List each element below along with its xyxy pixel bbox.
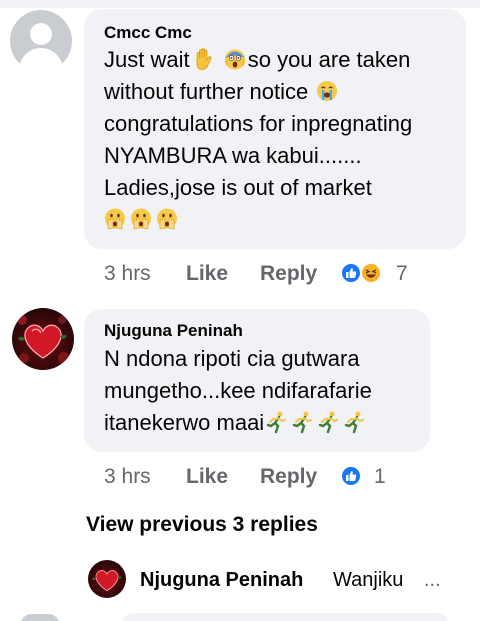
hand-over-mouth-icon <box>105 208 125 230</box>
screaming-face-icon <box>224 49 245 70</box>
reply-preview-text[interactable]: Wanjiku <box>333 569 403 592</box>
comment-text-line: Just wait so you are taken <box>104 47 411 72</box>
comment-author-njuguna[interactable]: Njuguna Peninah <box>104 321 243 341</box>
view-previous-replies-link[interactable]: View previous 3 replies <box>86 513 318 537</box>
comment-text-line: Ladies,jose is out of market <box>104 175 372 200</box>
hand-over-mouth-icon <box>157 208 177 230</box>
heart-icon <box>17 315 70 364</box>
running-person-icon <box>266 411 287 434</box>
default-avatar-body <box>19 48 63 72</box>
comment-text-line: N ndona ripoti cia gutwara <box>104 346 360 371</box>
like-reaction-icon <box>340 465 362 487</box>
running-person-icon <box>292 411 313 434</box>
comment-text-line: itanekerwo maai <box>104 407 368 439</box>
avatar-cmcc[interactable] <box>10 10 72 72</box>
reaction-count: 7 <box>396 262 408 285</box>
avatar-njuguna[interactable] <box>12 308 74 370</box>
comment-author-cmcc[interactable]: Cmcc Cmc <box>104 23 192 43</box>
hand-over-mouth-icon <box>131 208 151 230</box>
comment-timestamp[interactable]: 3 hrs <box>104 262 151 286</box>
comment-text-line: NYAMBURA wa kabui....... <box>104 143 362 168</box>
default-avatar-head <box>30 23 52 45</box>
like-button[interactable]: Like <box>186 262 228 286</box>
next-comment-avatar[interactable] <box>20 614 60 621</box>
top-divider <box>0 0 480 8</box>
reply-preview-avatar[interactable] <box>88 560 126 598</box>
comment-text-line: congratulations for inpregnating <box>104 111 413 136</box>
reply-button[interactable]: Reply <box>260 262 317 286</box>
comment-timestamp[interactable]: 3 hrs <box>104 465 151 489</box>
comment-text-line: mungetho...kee ndifarafarie <box>104 378 372 403</box>
reply-preview-author[interactable]: Njuguna Peninah <box>140 569 303 592</box>
comment-emoji-line <box>102 204 180 236</box>
running-person-icon <box>344 411 365 434</box>
heart-icon <box>91 570 122 592</box>
reaction-summary[interactable]: 7 <box>338 260 418 288</box>
like-button[interactable]: Like <box>186 465 228 489</box>
reply-button[interactable]: Reply <box>260 465 317 489</box>
like-reaction-icon <box>340 262 362 284</box>
next-comment-bubble <box>120 613 450 621</box>
running-person-icon <box>318 411 339 434</box>
raised-hand-icon <box>196 48 212 70</box>
crying-face-icon <box>317 81 338 101</box>
reply-preview-ellipsis: ... <box>424 569 441 591</box>
reaction-summary[interactable]: 1 <box>338 463 398 491</box>
comment-text-line: without further notice <box>104 76 340 108</box>
reaction-count: 1 <box>374 465 386 488</box>
haha-reaction-icon <box>360 262 382 284</box>
